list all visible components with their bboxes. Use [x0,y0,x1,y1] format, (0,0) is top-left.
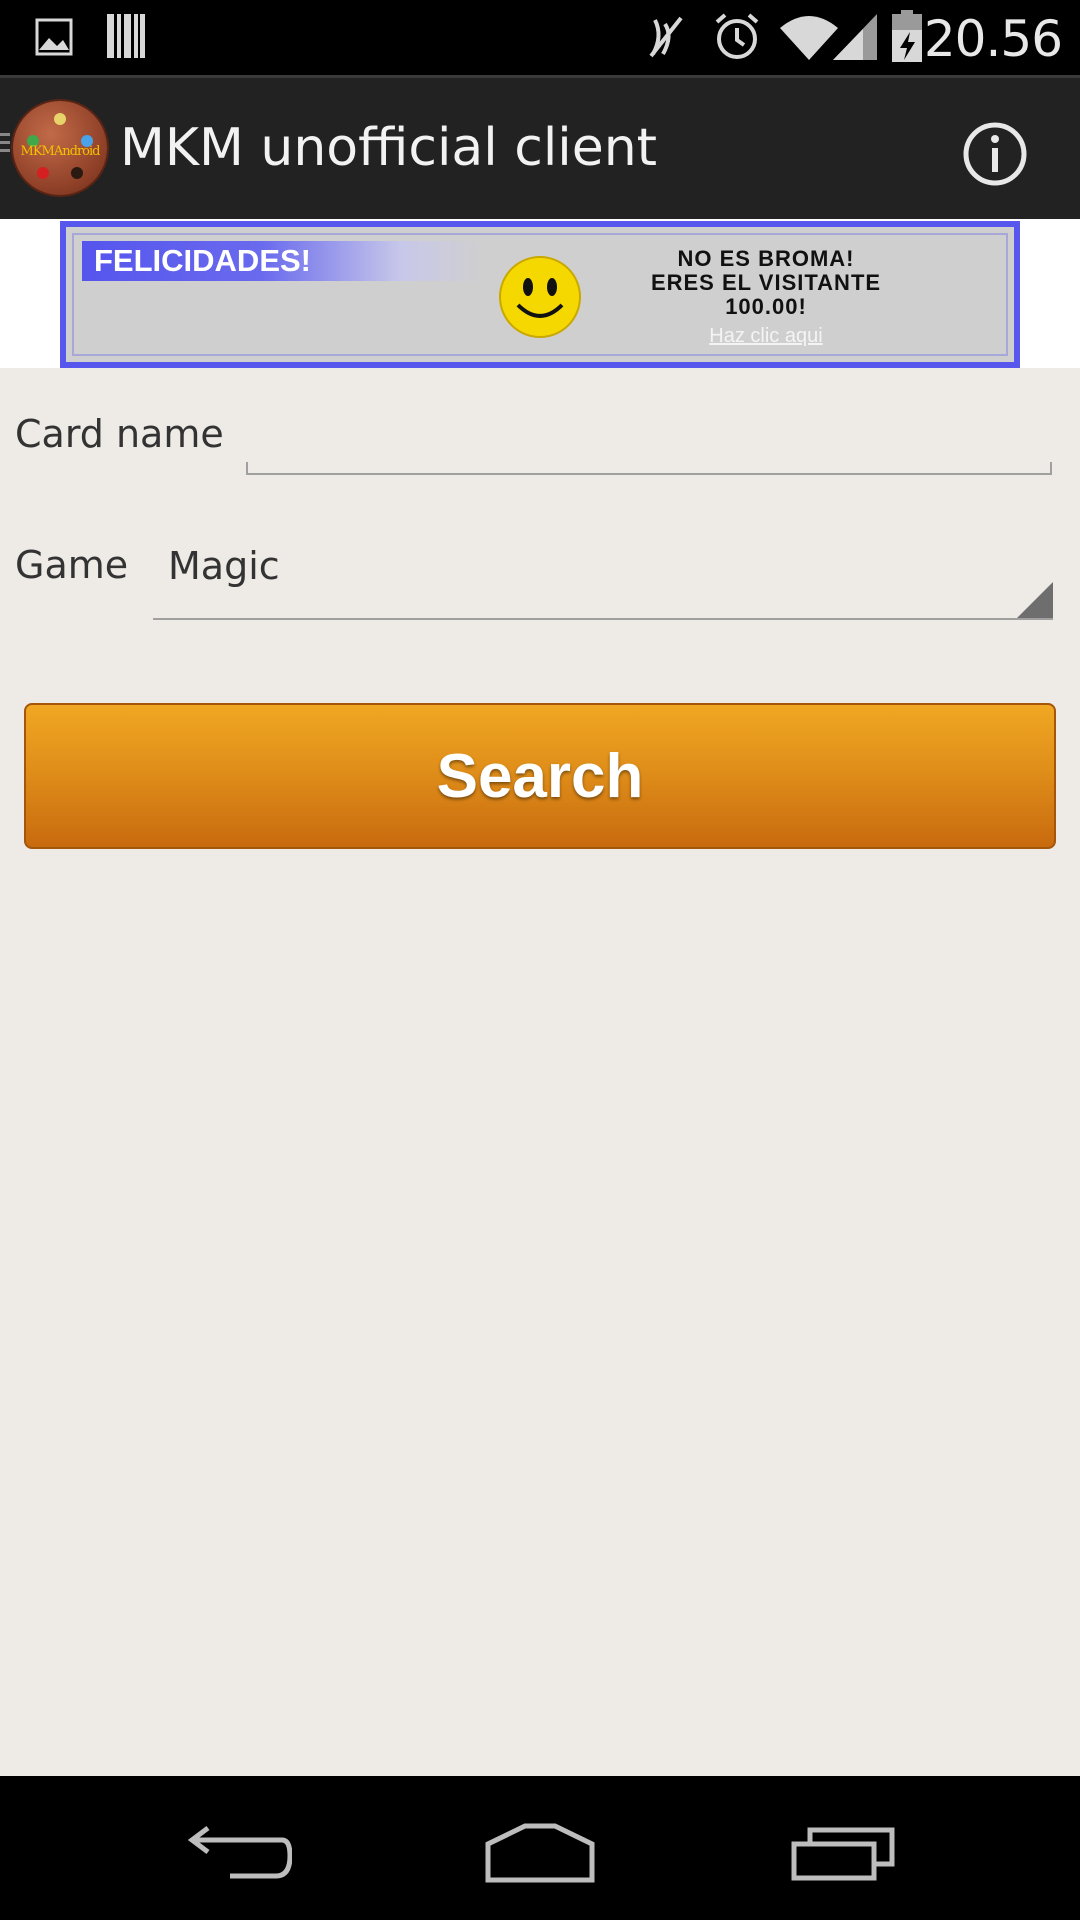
card-name-input-edge [246,462,248,474]
navigation-bar [0,1776,1080,1920]
home-icon[interactable] [485,1822,595,1884]
smiley-icon [499,256,581,338]
wifi-icon [780,16,838,60]
barcode-icon [107,14,145,58]
ad-banner[interactable]: FELICIDADES! NO ES BROMA! ERES EL VISITA… [60,221,1020,368]
card-name-input-edge [1050,462,1052,474]
image-icon [35,18,73,56]
status-bar: 20.56 [0,0,1080,75]
card-name-label: Card name [15,412,224,456]
alarm-icon [715,13,759,59]
game-select-value: Magic [168,544,280,588]
status-time: 20.56 [923,10,1063,68]
ad-link[interactable]: Haz clic aqui [606,325,926,348]
signal-icon [833,14,877,60]
drawer-icon[interactable] [0,133,10,155]
logo-text: MKMAndroid [20,144,101,159]
info-icon[interactable] [962,121,1028,187]
ad-area: FELICIDADES! NO ES BROMA! ERES EL VISITA… [0,219,1080,368]
ad-message: NO ES BROMA! ERES EL VISITANTE 100.00! [606,247,926,319]
ad-line-3: 100.00! [725,294,807,319]
action-bar: MKMAndroid MKM unofficial client [0,75,1080,219]
search-button[interactable]: Search [24,703,1056,849]
ad-headline: FELICIDADES! [82,241,482,281]
game-select[interactable]: Magic [153,530,1053,620]
ad-line-2: ERES EL VISITANTE [650,270,882,295]
app-logo[interactable]: MKMAndroid [13,101,107,195]
game-label: Game [15,543,129,587]
battery-icon [892,10,922,62]
card-name-input[interactable] [246,415,1052,475]
app-title: MKM unofficial client [120,118,658,178]
dropdown-arrow-icon [1017,582,1053,618]
recent-apps-icon[interactable] [790,1826,896,1882]
ad-line-1: NO ES BROMA! [677,246,855,271]
back-icon[interactable] [186,1826,292,1882]
mute-icon [649,16,683,58]
